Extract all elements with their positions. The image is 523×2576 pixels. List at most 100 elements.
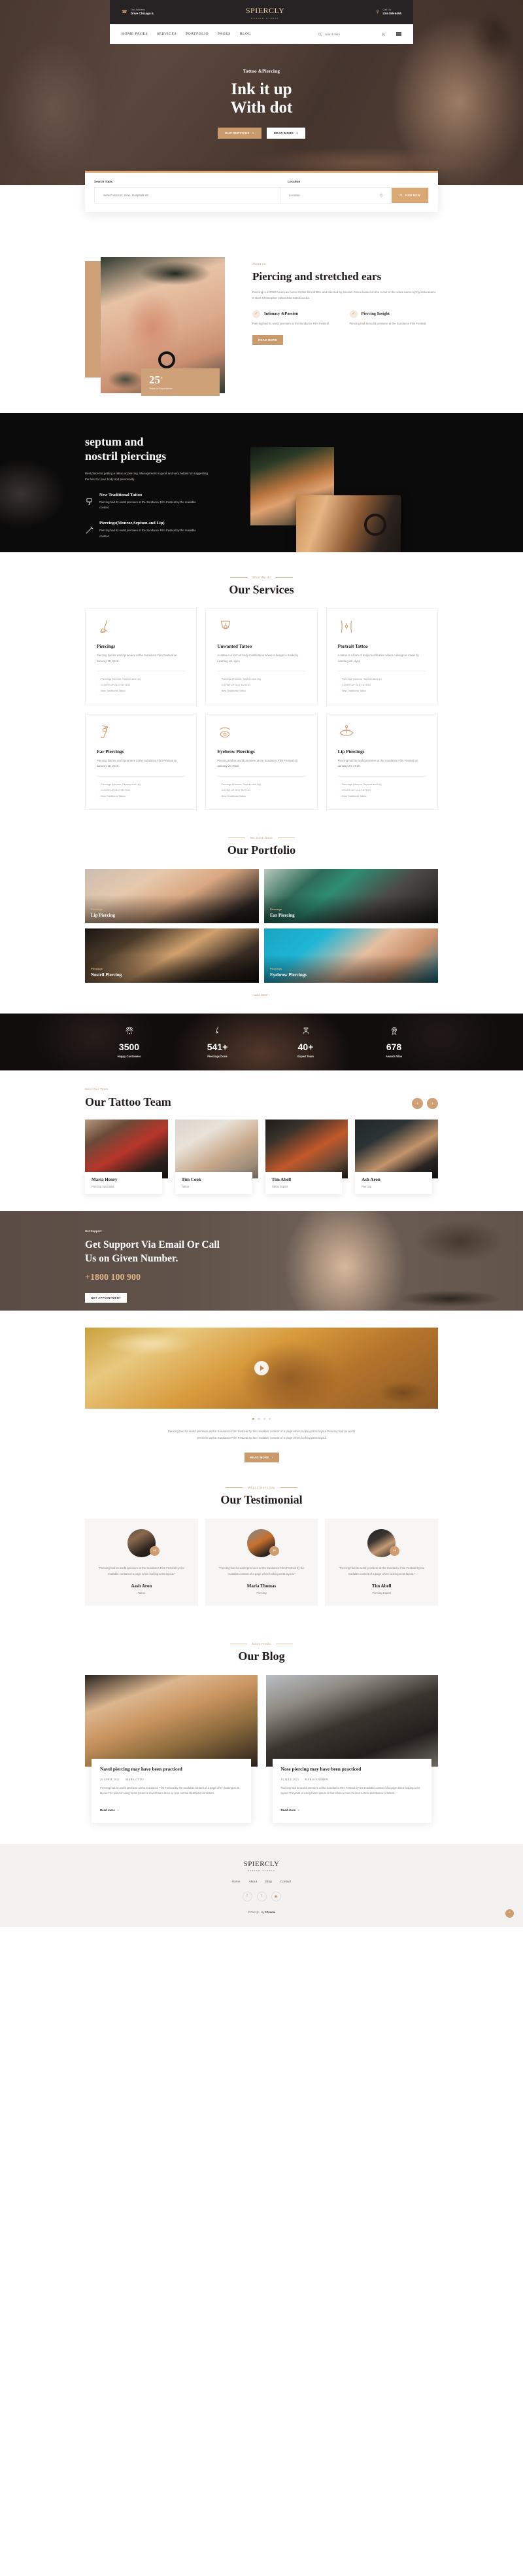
services-section: What We do Our Services Piercings Piercin… — [0, 552, 523, 811]
footer-nav-item[interactable]: Blog — [265, 1880, 272, 1884]
blog-kicker: News Feeds — [230, 1642, 293, 1646]
portfolio-card[interactable]: Piercings Lip Piercing — [85, 869, 259, 924]
team-member-card[interactable]: Maria Henry Piercing Specialist — [85, 1120, 168, 1195]
testimonial-quote: "Piercing had its world premiere at the … — [218, 1566, 305, 1576]
logo-tagline: DESIGN STUDIO — [251, 17, 280, 20]
search-topic-input[interactable] — [103, 194, 271, 197]
blog-card[interactable]: Nose piercing may have been practiced 15 … — [265, 1675, 438, 1823]
read-more-button[interactable]: READ MORE + — [266, 128, 306, 139]
search-input[interactable] — [325, 32, 371, 36]
service-list-item: COVER UP OLD TATTOO — [338, 788, 426, 794]
user-icon[interactable] — [381, 32, 386, 37]
service-card[interactable]: Portrait Tattoo A tattoo is a form of bod… — [326, 609, 438, 705]
service-list-item: Piercings (Monroe, Septum and Lip) — [338, 677, 426, 682]
blog-read-more-link[interactable]: Read more › — [100, 1808, 118, 1812]
footer-nav-item[interactable]: About — [249, 1880, 258, 1884]
blog-title: Our Blog — [238, 1650, 285, 1663]
about-read-more-button[interactable]: READ MORE — [252, 334, 284, 345]
service-text: A tattoo is a form of body modification … — [217, 654, 299, 663]
portfolio-title: Our Portfolio — [227, 843, 296, 857]
scroll-top-button[interactable]: ⌃ — [505, 1909, 514, 1918]
septum-section: septum and nostril piercings Best place … — [0, 413, 523, 552]
testimonial-card: “ "Piercing had its world premiere at the… — [325, 1519, 438, 1606]
service-title: Eyebrow Piercings — [217, 749, 255, 754]
award-icon — [391, 1027, 397, 1035]
location-input[interactable] — [289, 194, 379, 197]
service-card[interactable]: Eyebrow Piercings Piercing had its world … — [205, 713, 318, 811]
service-card[interactable]: Lip Piercings Piercing had its world prem… — [326, 713, 438, 811]
nav-item-home-pages[interactable]: HOME PAGES — [122, 32, 148, 36]
service-card[interactable]: Ear Piercings Piercing had its world prem… — [85, 713, 197, 811]
footer-nav-item[interactable]: Home — [232, 1880, 241, 1884]
nav-item-portfolio[interactable]: PORTFOLIO — [186, 32, 209, 36]
our-services-button[interactable]: OUR SERVICES + — [217, 128, 262, 139]
portfolio-section: We Have Done Our Portfolio Piercings Lip … — [0, 810, 523, 1014]
service-list-item: Piercings (Monroe, Septum and Lip) — [97, 677, 185, 682]
load-more-button[interactable]: Load More › — [85, 983, 438, 1014]
blog-post-excerpt: Piercing had its world premiere at the S… — [100, 1786, 239, 1795]
team-member-role: Piercing Specialist — [92, 1185, 114, 1189]
team-next-button[interactable]: › — [427, 1098, 438, 1110]
blog-read-more-link[interactable]: Read more › — [281, 1808, 299, 1812]
blog-post-title: Navel piercing may have been practiced — [100, 1766, 182, 1773]
team-member-photo — [355, 1120, 438, 1179]
tongue-piercing-icon — [221, 620, 231, 629]
find-now-button[interactable]: FIND NOW — [392, 188, 428, 203]
team-title: Our Tattoo Team — [85, 1095, 171, 1109]
search-topic-field[interactable] — [95, 188, 280, 203]
footer-nav-item[interactable]: Contact — [280, 1880, 292, 1884]
portfolio-category: Piercings — [270, 967, 282, 971]
septum-title-line-2: nostril piercings — [85, 449, 167, 463]
search-icon — [399, 194, 403, 197]
plus-icon: + — [296, 132, 299, 135]
video-read-more-button[interactable]: READ MORE › — [244, 1453, 279, 1463]
nav-links: HOME PAGES SERVICES PORTFOLIO PAGES BLOG — [122, 32, 251, 36]
hamburger-icon[interactable] — [396, 31, 401, 37]
team-member-role: Tattoo — [181, 1185, 190, 1189]
service-text: Piercing had its world premiere at the S… — [97, 654, 177, 663]
testimonial-name: Aash Aron — [131, 1583, 152, 1589]
team-member-photo — [175, 1120, 258, 1179]
service-list-item: Piercings (Monroe, Septum and Lip) — [338, 782, 426, 788]
portfolio-card[interactable]: Piercings Ear Piercing — [264, 869, 438, 924]
counter-number: 40+ — [297, 1042, 314, 1053]
support-phone[interactable]: +1800 100 900 — [85, 1273, 438, 1283]
instagram-icon[interactable]: ◉ — [271, 1891, 281, 1901]
facebook-icon[interactable]: f — [242, 1891, 252, 1901]
get-appointment-button[interactable]: GET APPOINTMENT — [85, 1292, 127, 1303]
service-list-item: New Traditional Tattoo — [338, 794, 426, 800]
blog-card[interactable]: Navel piercing may have been practiced 20… — [85, 1675, 258, 1823]
testimonial-card: “ "Piercing had its world premiere at the… — [205, 1519, 318, 1606]
video-slider-dot[interactable] — [268, 1418, 271, 1420]
nav-item-blog[interactable]: BLOG — [240, 32, 251, 36]
video-thumbnail[interactable] — [85, 1328, 438, 1409]
nose-icon — [215, 1026, 218, 1034]
team-member-card[interactable]: Tim Cook Tattoo — [175, 1120, 258, 1195]
team-member-card[interactable]: Tim Abell Tattoo Expert — [265, 1120, 348, 1195]
testimonial-role: Piercing — [256, 1591, 267, 1595]
service-card[interactable]: Piercings Piercing had its world premiere… — [85, 609, 197, 705]
team-member-photo — [265, 1120, 348, 1179]
nav-search[interactable] — [318, 32, 371, 37]
video-slider-dot[interactable] — [263, 1418, 265, 1420]
team-member-card[interactable]: Ash Aron Piercing — [355, 1120, 438, 1195]
nose-piercing-icon — [99, 620, 108, 633]
footer-logo[interactable]: SPIERCLY DESIGN STUDIO — [85, 1860, 438, 1872]
video-slider-dot[interactable] — [252, 1418, 255, 1420]
portfolio-card[interactable]: Piercings Nostril Piercing — [85, 928, 259, 983]
nav-item-services[interactable]: SERVICES — [157, 32, 177, 36]
top-bar-phone[interactable]: ⚲ Call Us 224-359-5495 — [376, 8, 401, 16]
team-prev-button[interactable]: ‹ — [412, 1098, 423, 1110]
plus-icon: + — [252, 132, 254, 135]
brand-logo[interactable]: SPIERCLY DESIGN STUDIO — [154, 5, 376, 20]
about-eyebrow: About us — [252, 262, 266, 266]
nav-item-pages[interactable]: PAGES — [218, 32, 231, 36]
portfolio-card[interactable]: Piercings Eyebrow Piercings — [264, 928, 438, 983]
video-slider-dot[interactable] — [258, 1418, 260, 1420]
service-card[interactable]: Unwanted Tattoo A tattoo is a form of bod… — [205, 609, 318, 705]
support-kicker: Get Support — [85, 1229, 102, 1233]
play-icon[interactable] — [254, 1361, 269, 1376]
twitter-icon[interactable]: t — [256, 1891, 267, 1901]
location-field[interactable] — [280, 188, 392, 203]
counters-section: 3500 Happy Customers 541+ Piercings Done 40+… — [0, 1014, 523, 1071]
